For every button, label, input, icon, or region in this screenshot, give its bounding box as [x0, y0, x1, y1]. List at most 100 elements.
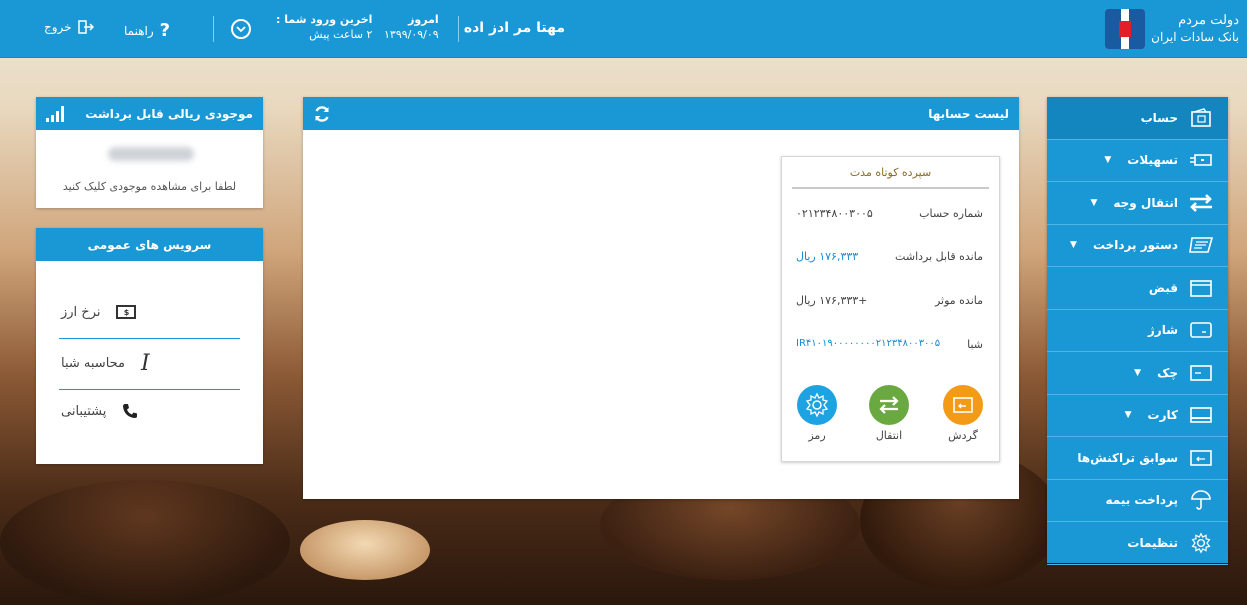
sheba-label: شبا	[967, 338, 983, 351]
transfer-button[interactable]: انتقال	[867, 385, 911, 442]
profile-dropdown-button[interactable]	[231, 19, 251, 39]
balance-panel[interactable]: موجودی ریالی قابل برداشت لطفا برای مشاهد…	[36, 97, 263, 208]
effective-balance-label: مانده موثر	[934, 294, 983, 307]
account-type: سپرده کوتاه مدت	[792, 157, 989, 189]
question-icon: ?	[159, 20, 171, 41]
chevron-down-icon	[231, 19, 251, 39]
sidebar-item-label: سوابق تراکنش‌ها	[1077, 450, 1178, 465]
sidebar-item-label: شارژ	[1147, 323, 1178, 338]
transfer-label: انتقال	[875, 429, 903, 442]
exit-icon	[77, 20, 94, 34]
card-icon	[1188, 404, 1214, 426]
sidebar-item-label: تنظیمات	[1127, 535, 1178, 550]
currency-rate-label: نرخ ارز	[61, 304, 101, 320]
sidebar-item-label: چک	[1157, 365, 1178, 380]
loan-icon	[1188, 149, 1214, 171]
sidebar-item-label: حساب	[1140, 110, 1178, 125]
header-divider	[213, 16, 214, 42]
sidebar-item-history[interactable]: سوابق تراکنش‌ها	[1047, 437, 1228, 480]
last-login-block: اخرین ورود شما : ۲ ساعت پیش	[276, 12, 372, 42]
caret-down-icon: ▼	[1090, 197, 1098, 208]
last-login-label: اخرین ورود شما :	[276, 13, 373, 26]
exit-label: خروج	[44, 20, 72, 34]
support-item[interactable]: پشتیبانی	[61, 398, 239, 424]
password-label: رمز	[808, 429, 826, 442]
withdrawable-balance-label: مانده قابل برداشت	[895, 250, 983, 263]
transfer-icon	[869, 385, 909, 425]
history-icon	[1188, 447, 1214, 469]
bill-icon	[1188, 277, 1214, 299]
user-name: مهتا مر ادز اده	[463, 20, 565, 36]
sidebar-item-label: دستور پرداخت	[1092, 238, 1178, 253]
sidebar-item-payment-order[interactable]: دستور پرداخت ▼	[1047, 225, 1228, 267]
sidebar-item-bill[interactable]: قبض	[1047, 267, 1228, 310]
blurred-balance[interactable]	[108, 147, 194, 161]
caret-down-icon: ▼	[1070, 240, 1077, 251]
today-date-block: امروز ۱۳۹۹/۰۹/۰۹	[384, 12, 439, 42]
password-button[interactable]: رمز	[795, 385, 839, 442]
sidebar-item-charge[interactable]: شارژ	[1047, 310, 1228, 352]
currency-rate-item[interactable]: $ نرخ ارز	[61, 300, 239, 324]
sidebar-item-loan[interactable]: تسهیلات ▼	[1047, 140, 1228, 182]
sidebar-item-card[interactable]: کارت ▼	[1047, 395, 1228, 437]
account-card[interactable]: سپرده کوتاه مدت شماره حساب ۰۲۱۲۳۴۸۰۰۳۰۰۵…	[781, 156, 1000, 462]
withdrawable-balance-value[interactable]: ۱۷۶,۳۳۳ ریال	[796, 250, 858, 263]
bank-logo[interactable]: دولت مردم بانک سادات ایران	[1105, 6, 1239, 52]
caret-down-icon: ▼	[1104, 155, 1112, 166]
currency-icon: $	[116, 305, 137, 319]
services-panel-header: سرویس های عمومی	[36, 228, 263, 261]
account-number-label: شماره حساب	[919, 207, 983, 220]
withdrawable-balance-row: مانده قابل برداشت ۱۷۶,۳۳۳ ریال	[796, 250, 983, 263]
sidebar-item-check[interactable]: چک ▼	[1047, 352, 1228, 395]
gear-icon	[797, 385, 837, 425]
effective-balance-value: +۱۷۶,۳۳۳ ریال	[796, 294, 868, 307]
cursor-icon: I	[141, 350, 150, 376]
accounts-panel-title: لیست حسابها	[928, 106, 1009, 121]
payment-order-icon	[1188, 234, 1214, 256]
help-label: راهنما	[124, 23, 154, 38]
sidebar-item-label: قبض	[1148, 280, 1178, 295]
sidebar-item-label: تسهیلات	[1127, 153, 1178, 168]
support-label: پشتیبانی	[61, 403, 107, 419]
signal-bars-icon	[46, 105, 64, 122]
check-icon	[1188, 362, 1214, 384]
balance-panel-header: موجودی ریالی قابل برداشت	[36, 97, 263, 130]
account-actions: گردش انتقال رمز	[782, 385, 999, 445]
sidebar-item-transfer[interactable]: انتقال وجه ▼	[1047, 182, 1228, 225]
sidebar-item-umbrella[interactable]: پرداخت بیمه	[1047, 480, 1228, 522]
charge-icon	[1188, 319, 1214, 341]
main-sidebar: حساب تسهیلات ▼ انتقال وجه ▼ دستور پرداخت ▼ قبض ش…	[1047, 97, 1228, 565]
caret-down-icon: ▼	[1124, 410, 1132, 421]
services-panel-title: سرویس های عمومی	[87, 237, 212, 252]
refresh-icon[interactable]	[313, 105, 331, 123]
turnover-label: گردش	[948, 429, 978, 442]
caret-down-icon: ▼	[1134, 367, 1142, 378]
sheba-calc-item[interactable]: I محاسبه شبا	[61, 350, 239, 376]
sheba-row: شبا IR۴۱۰۱۹۰۰۰۰۰۰۰۰۲۱۲۳۴۸۰۰۳۰۰۵	[796, 338, 983, 351]
phone-icon	[123, 404, 138, 418]
balance-panel-title: موجودی ریالی قابل برداشت	[85, 106, 253, 121]
wallet-icon	[1188, 107, 1214, 129]
today-date: ۱۳۹۹/۰۹/۰۹	[384, 28, 439, 41]
effective-balance-row: مانده موثر +۱۷۶,۳۳۳ ریال	[796, 294, 983, 307]
umbrella-icon	[1188, 489, 1214, 511]
sidebar-item-label: پرداخت بیمه	[1105, 493, 1179, 508]
help-button[interactable]: ? راهنما	[124, 20, 170, 41]
sidebar-item-label: انتقال وجه	[1113, 195, 1178, 210]
public-services-panel: سرویس های عمومی $ نرخ ارز I محاسبه شبا پ…	[36, 228, 263, 464]
bank-logo-mark	[1105, 9, 1146, 49]
last-login-value: ۲ ساعت پیش	[309, 28, 373, 41]
sidebar-item-settings[interactable]: تنظیمات	[1047, 522, 1228, 565]
sidebar-item-label: کارت	[1147, 408, 1178, 423]
exit-button[interactable]: خروج	[44, 20, 94, 34]
account-number-value: ۰۲۱۲۳۴۸۰۰۳۰۰۵	[796, 207, 873, 220]
header-divider	[458, 16, 459, 42]
service-divider	[59, 389, 240, 390]
sidebar-item-wallet[interactable]: حساب	[1047, 97, 1228, 140]
settings-icon	[1188, 532, 1214, 554]
accounts-panel-header: لیست حسابها	[303, 97, 1019, 130]
account-number-row: شماره حساب ۰۲۱۲۳۴۸۰۰۳۰۰۵	[796, 207, 983, 220]
turnover-button[interactable]: گردش	[941, 385, 985, 442]
balance-hint[interactable]: لطفا برای مشاهده موجودی کلیک کنید	[36, 180, 263, 193]
sheba-value[interactable]: IR۴۱۰۱۹۰۰۰۰۰۰۰۰۲۱۲۳۴۸۰۰۳۰۰۵	[796, 338, 940, 351]
